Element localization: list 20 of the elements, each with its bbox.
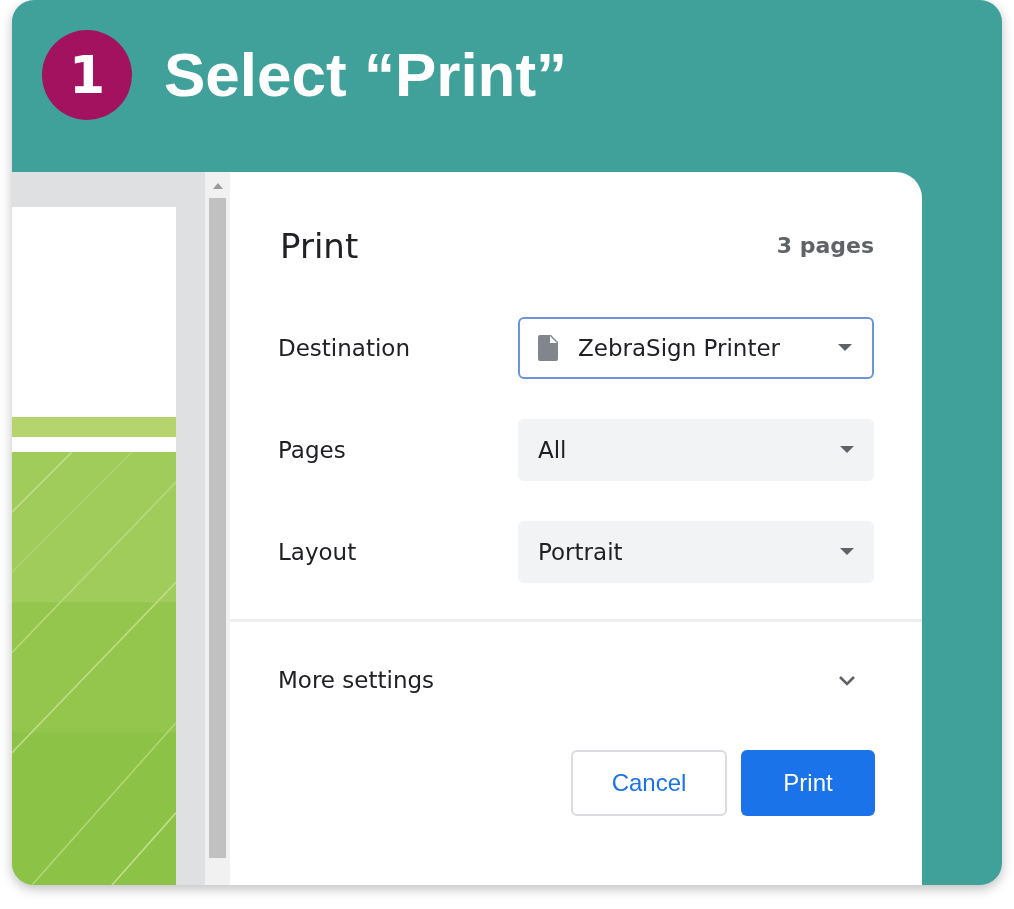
scrollbar[interactable] xyxy=(205,172,230,885)
caret-icon xyxy=(840,548,854,556)
field-label: Destination xyxy=(278,335,410,361)
dropdown[interactable]: Portrait xyxy=(518,521,874,583)
cancel-button[interactable]: Cancel xyxy=(571,750,727,816)
dialog-title: Print xyxy=(280,225,359,266)
dropdown[interactable]: All xyxy=(518,419,874,481)
field-label: Layout xyxy=(278,539,357,565)
document-icon xyxy=(538,335,558,361)
step-number: 1 xyxy=(42,30,132,120)
page-count: 3 pages xyxy=(776,233,874,258)
print-button[interactable]: Print xyxy=(741,750,875,816)
dropdown[interactable]: ZebraSign Printer xyxy=(518,317,874,379)
scroll-up-icon[interactable] xyxy=(211,182,224,190)
step-title: Select “Print” xyxy=(164,39,568,111)
caret-icon xyxy=(840,446,854,454)
caret-icon xyxy=(838,344,852,352)
more-settings-toggle[interactable]: More settings xyxy=(230,622,922,738)
scroll-thumb[interactable] xyxy=(209,198,226,858)
field-label: Pages xyxy=(278,437,346,463)
